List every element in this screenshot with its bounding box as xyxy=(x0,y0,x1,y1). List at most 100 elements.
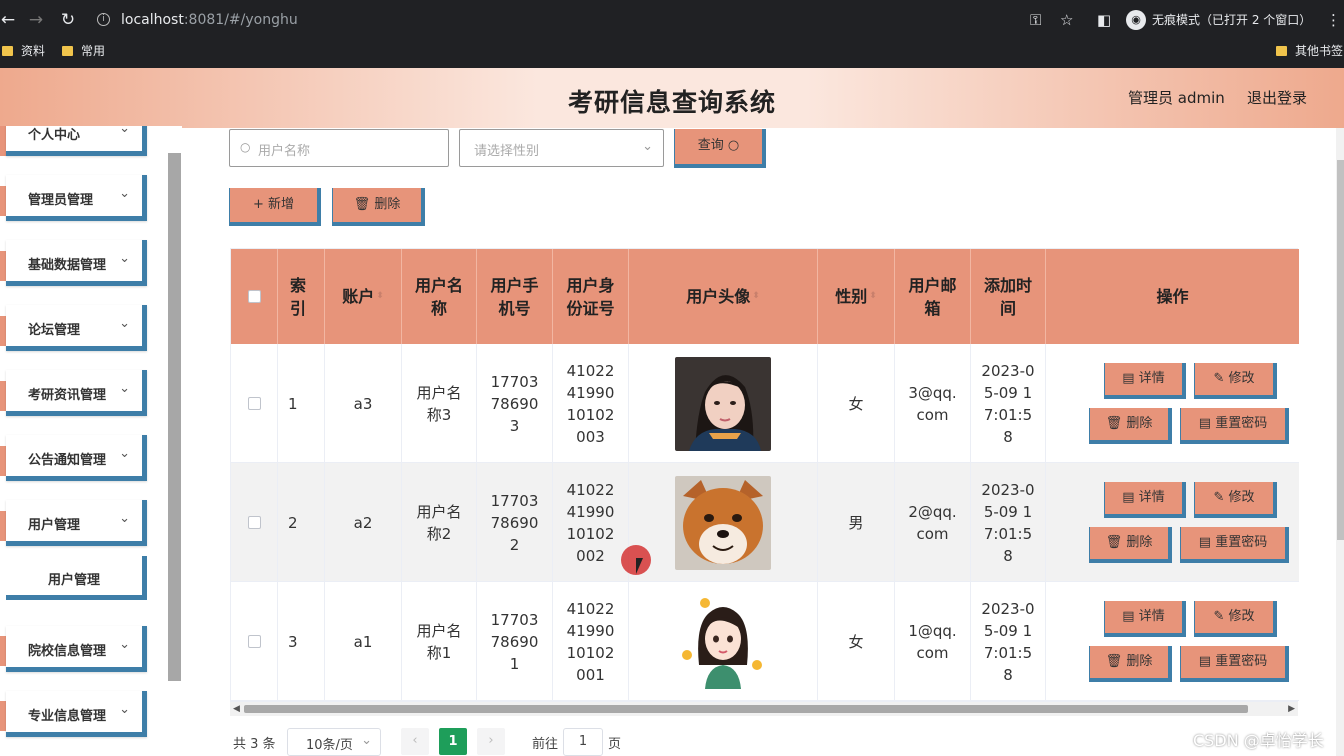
column-header-idcard[interactable]: 用户身份证号 xyxy=(553,249,629,344)
plus-icon: + xyxy=(252,197,264,212)
browser-chrome: ← → ↻ i localhost:8081/#/yonghu ⚿ ☆ ◧ ◉ … xyxy=(0,0,1344,68)
column-header-added-time[interactable]: 添加时间 xyxy=(971,249,1046,344)
column-header-label: 用户手机号 xyxy=(490,275,539,318)
bookmark-folder-1[interactable]: 资料 xyxy=(2,40,45,66)
delete-button[interactable]: 🗑 删除 xyxy=(1089,408,1172,444)
delete-button[interactable]: 🗑 删除 xyxy=(1089,527,1172,563)
sidebar-item-forum[interactable]: 论坛管理 ⌄ xyxy=(6,305,147,351)
sidebar-item-personal-center[interactable]: 个人中心 ⌄ xyxy=(6,126,147,156)
column-header-label: 添加时间 xyxy=(984,275,1033,318)
goto-page-input[interactable]: 1 xyxy=(563,728,603,756)
column-header-index[interactable]: 索引 xyxy=(278,249,325,344)
next-page-button[interactable]: › xyxy=(477,728,505,755)
avatar[interactable] xyxy=(675,356,771,451)
select-all-checkbox[interactable] xyxy=(247,290,261,303)
chevron-down-icon: ⌄ xyxy=(119,251,130,266)
query-button[interactable]: 查询 ○ xyxy=(674,129,766,168)
sidebar-scrollbar[interactable] xyxy=(168,153,181,681)
avatar[interactable] xyxy=(675,475,771,570)
sort-icon[interactable]: ⬍ xyxy=(869,285,877,308)
key-icon[interactable]: ⚿ xyxy=(1030,9,1041,31)
sidebar-item-college[interactable]: 院校信息管理 ⌄ xyxy=(6,626,147,672)
watermark: CSDN @卓怡学长 xyxy=(1193,731,1324,750)
page-scrollbar-thumb[interactable] xyxy=(1337,160,1344,540)
edit-button[interactable]: ✎ 修改 xyxy=(1194,601,1277,637)
cell-added-time: 2023-05-09 17:01:58 xyxy=(971,463,1046,582)
detail-button[interactable]: ▤ 详情 xyxy=(1104,601,1186,637)
reload-icon[interactable]: ↻ xyxy=(56,8,80,32)
row-checkbox[interactable] xyxy=(247,397,261,410)
logout-link[interactable]: 退出登录 xyxy=(1247,87,1307,108)
forward-icon[interactable]: → xyxy=(24,8,48,32)
column-header-account[interactable]: 账户 ⬍ xyxy=(325,249,402,344)
chevron-down-icon: ⌄ xyxy=(361,733,372,748)
edit-button[interactable]: ✎ 修改 xyxy=(1194,482,1277,518)
bulk-delete-button[interactable]: 🗑 删除 xyxy=(332,188,425,226)
prev-page-button[interactable]: ‹ xyxy=(401,728,429,755)
mouse-cursor-icon xyxy=(636,558,650,574)
scrollbar-thumb[interactable] xyxy=(244,705,1248,713)
column-header-username[interactable]: 用户名称 xyxy=(402,249,477,344)
cell-avatar xyxy=(629,582,818,701)
sort-icon[interactable]: ⬍ xyxy=(752,285,760,308)
sidepanel-icon[interactable]: ◧ xyxy=(1097,9,1111,31)
table-horizontal-scrollbar[interactable]: ◀ ▶ xyxy=(230,702,1298,716)
scroll-left-icon[interactable]: ◀ xyxy=(233,702,240,716)
add-button[interactable]: + 新增 xyxy=(229,188,321,226)
sidebar-item-major[interactable]: 专业信息管理 ⌄ xyxy=(6,691,147,737)
sidebar-item-user-management[interactable]: 用户管理 ⌄ xyxy=(6,500,147,546)
url-field[interactable]: localhost:8081/#/yonghu xyxy=(121,6,298,34)
goto-label: 前往 xyxy=(532,737,559,752)
row-checkbox[interactable] xyxy=(247,516,261,529)
profile-label[interactable]: 无痕模式（已打开 2 个窗口） xyxy=(1152,11,1311,28)
detail-button[interactable]: ▤ 详情 xyxy=(1104,482,1186,518)
menu-icon[interactable]: ⋮ xyxy=(1326,9,1341,31)
admin-label: 管理员 admin xyxy=(1128,89,1225,107)
edit-button[interactable]: ✎ 修改 xyxy=(1194,363,1277,399)
page-size-select[interactable]: 10条/页 ⌄ xyxy=(287,728,381,756)
sidebar-subitem-user-management[interactable]: 用户管理 xyxy=(6,556,147,600)
main-content: ○ 用户名称 请选择性别 ⌄ 查询 ○ + 新增 🗑 删除 索引 账户 ⬍ 用户名… xyxy=(182,128,1332,756)
delete-button[interactable]: 🗑 删除 xyxy=(1089,646,1172,682)
column-header-label: 用户邮箱 xyxy=(908,275,957,318)
column-header-email[interactable]: 用户邮箱 xyxy=(895,249,971,344)
sort-icon[interactable]: ⬍ xyxy=(376,285,384,308)
sidebar-item-basic-data[interactable]: 基础数据管理 ⌄ xyxy=(6,240,147,286)
reset-password-button[interactable]: ▤ 重置密码 xyxy=(1180,408,1289,444)
star-icon[interactable]: ☆ xyxy=(1060,9,1073,31)
info-icon[interactable]: i xyxy=(97,13,110,26)
sidebar-item-admin-management[interactable]: 管理员管理 ⌄ xyxy=(6,175,147,221)
pencil-icon: ✎ xyxy=(1213,490,1225,505)
column-header-gender[interactable]: 性别 ⬍ xyxy=(818,249,895,344)
gender-select[interactable]: 请选择性别 ⌄ xyxy=(459,129,664,167)
page-number-current[interactable]: 1 xyxy=(439,728,467,755)
scroll-right-icon[interactable]: ▶ xyxy=(1288,702,1295,716)
reset-password-button[interactable]: ▤ 重置密码 xyxy=(1180,646,1289,682)
trash-icon: 🗑 xyxy=(1105,654,1123,669)
other-bookmarks[interactable]: 其他书签 xyxy=(1276,40,1343,66)
reset-password-button[interactable]: ▤ 重置密码 xyxy=(1180,527,1289,563)
row-checkbox[interactable] xyxy=(247,635,261,648)
incognito-icon[interactable]: ◉ xyxy=(1126,10,1146,30)
back-icon[interactable]: ← xyxy=(0,8,20,32)
trash-icon: 🗑 xyxy=(353,197,371,212)
sidebar-item-news[interactable]: 考研资讯管理 ⌄ xyxy=(6,370,147,416)
column-header-actions: 操作 xyxy=(1046,249,1299,344)
column-header-avatar[interactable]: 用户头像 ⬍ xyxy=(629,249,818,344)
avatar[interactable] xyxy=(675,594,771,689)
username-search-input[interactable]: ○ 用户名称 xyxy=(229,129,449,167)
column-header-phone[interactable]: 用户手机号 xyxy=(477,249,553,344)
cell-actions: ▤ 详情 ✎ 修改 🗑 删除 ▤ 重置密码 xyxy=(1046,344,1299,463)
button-label: 修改 xyxy=(1228,609,1255,624)
sidebar-item-label: 用户管理 xyxy=(28,518,81,533)
cell-phone: 17703786902 xyxy=(477,463,553,582)
cell-username: 用户名称3 xyxy=(402,344,477,463)
row-select-cell xyxy=(231,463,278,582)
detail-button[interactable]: ▤ 详情 xyxy=(1104,363,1186,399)
search-icon: ○ xyxy=(240,140,251,154)
chevron-down-icon: ⌄ xyxy=(119,316,130,331)
sidebar-item-notice[interactable]: 公告通知管理 ⌄ xyxy=(6,435,147,481)
cell-text: 2023-05-09 17:01:58 xyxy=(981,480,1035,565)
button-label: 重置密码 xyxy=(1215,654,1268,669)
bookmark-folder-2[interactable]: 常用 xyxy=(62,40,105,66)
